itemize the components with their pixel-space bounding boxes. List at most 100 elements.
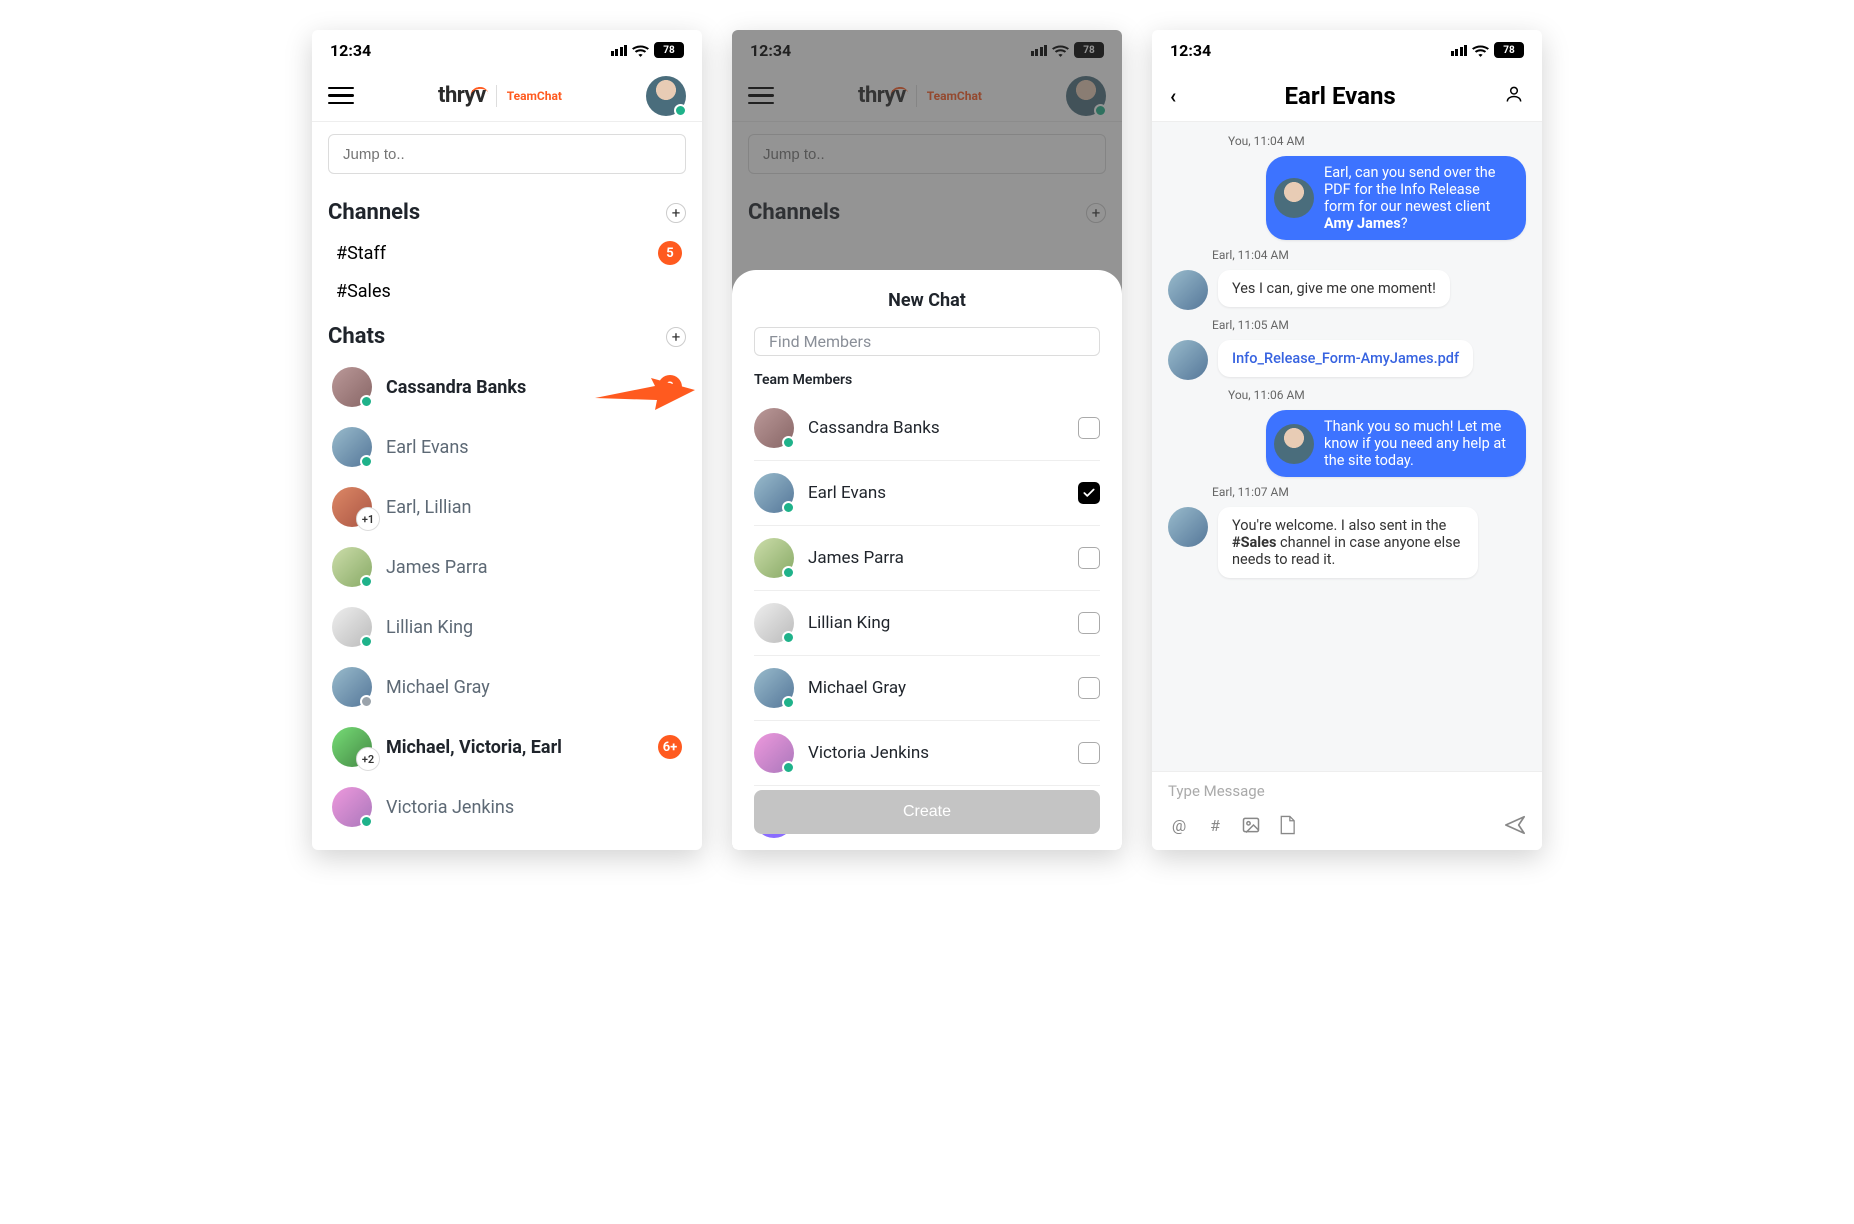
add-channel-button[interactable]: +	[666, 203, 686, 223]
chat-name: Michael Gray	[386, 677, 490, 698]
member-checkbox[interactable]	[1078, 482, 1100, 504]
avatar	[1168, 507, 1208, 547]
member-row[interactable]: Lillian King	[754, 591, 1100, 656]
send-button[interactable]	[1504, 814, 1526, 836]
chat-badge: 6+	[658, 735, 682, 759]
chat-row[interactable]: Lillian King	[328, 597, 686, 657]
member-row[interactable]: Earl Evans	[754, 461, 1100, 526]
chat-row[interactable]: Cassandra Banks 2	[328, 357, 686, 417]
conversation-title: Earl Evans	[1285, 82, 1396, 110]
message-attachment-link[interactable]: Info_Release_Form-AmyJames.pdf	[1218, 340, 1473, 377]
divider	[496, 85, 497, 107]
status-bar: 12:34 78	[312, 30, 702, 70]
signal-icon	[1451, 45, 1468, 56]
app-header: thryv TeamChat	[312, 70, 702, 122]
brand-sub: TeamChat	[507, 89, 562, 103]
chat-name: Victoria Jenkins	[386, 797, 514, 818]
stack-count: +2	[356, 747, 380, 771]
member-row[interactable]: Michael Gray	[754, 656, 1100, 721]
screen-new-chat: 12:34 78 thryvTeamChat Channels+ New Cha…	[732, 30, 1122, 850]
avatar	[1168, 270, 1208, 310]
screen-chat-list: 12:34 78 thryv TeamChat Channels + #Staf…	[312, 30, 702, 850]
message-bubble-out[interactable]: Earl, can you send over the PDF for the …	[1266, 156, 1526, 240]
chat-name: James Parra	[386, 557, 488, 578]
chat-row[interactable]: James Parra	[328, 537, 686, 597]
battery-icon: 78	[1494, 42, 1524, 58]
channel-row[interactable]: #Sales	[328, 273, 686, 310]
message-bubble-in[interactable]: Yes I can, give me one moment!	[1218, 270, 1450, 307]
conversation-body: You, 11:04 AM Earl, can you send over th…	[1152, 122, 1542, 771]
message-meta: Earl, 11:05 AM	[1168, 318, 1526, 332]
message-text: Thank you so much! Let me know if you ne…	[1324, 418, 1512, 469]
chat-name: Michael, Victoria, Earl	[386, 737, 562, 758]
member-checkbox[interactable]	[1078, 742, 1100, 764]
message-row: Yes I can, give me one moment!	[1168, 270, 1526, 310]
back-button[interactable]: ‹	[1170, 84, 1176, 108]
file-icon[interactable]	[1276, 814, 1298, 836]
wifi-icon	[632, 44, 649, 57]
member-checkbox[interactable]	[1078, 417, 1100, 439]
channel-name: #Staff	[336, 243, 386, 264]
chat-name: Lillian King	[386, 617, 473, 638]
chat-row[interactable]: Michael Gray	[328, 657, 686, 717]
avatar	[1168, 340, 1208, 380]
status-time: 12:34	[1170, 41, 1211, 60]
member-name: James Parra	[808, 548, 904, 568]
message-bubble-in[interactable]: You're welcome. I also sent in the #Sale…	[1218, 507, 1478, 578]
channel-name: #Sales	[336, 281, 391, 302]
chat-row[interactable]: Earl Evans	[328, 417, 686, 477]
team-members-label: Team Members	[754, 372, 1100, 388]
member-checkbox[interactable]	[1078, 612, 1100, 634]
member-row[interactable]: Victoria Jenkins	[754, 721, 1100, 786]
screen-conversation: 12:34 78 ‹ Earl Evans You, 11:04 AM Earl…	[1152, 30, 1542, 850]
member-name: Victoria Jenkins	[808, 743, 929, 763]
conversation-header: ‹ Earl Evans	[1152, 70, 1542, 122]
status-right: 78	[611, 42, 685, 58]
profile-icon[interactable]	[1504, 84, 1524, 108]
chats-title: Chats	[328, 324, 385, 349]
message-text: Earl, can you send over the PDF for the …	[1324, 164, 1512, 232]
member-checkbox[interactable]	[1078, 547, 1100, 569]
brand-logo: thryv	[438, 83, 486, 108]
member-name: Lillian King	[808, 613, 890, 633]
member-name: Michael Gray	[808, 678, 906, 698]
search-input[interactable]	[328, 134, 686, 174]
message-meta: Earl, 11:04 AM	[1168, 248, 1526, 262]
hash-icon[interactable]: #	[1204, 814, 1226, 836]
menu-button[interactable]	[328, 87, 354, 105]
stack-count: +1	[356, 507, 380, 531]
chat-name: Cassandra Banks	[386, 377, 526, 398]
chat-row[interactable]: +1 Earl, Lillian	[328, 477, 686, 537]
new-chat-sheet: New Chat Find Members Team Members Cassa…	[732, 270, 1122, 850]
composer-input[interactable]: Type Message	[1168, 782, 1526, 800]
message-composer: Type Message @ #	[1152, 771, 1542, 850]
image-icon[interactable]	[1240, 814, 1262, 836]
create-button[interactable]: Create	[754, 790, 1100, 834]
channel-row[interactable]: #Staff 5	[328, 233, 686, 273]
sheet-title: New Chat	[754, 290, 1100, 311]
chat-row[interactable]: Victoria Jenkins	[328, 777, 686, 837]
message-bubble-out[interactable]: Thank you so much! Let me know if you ne…	[1266, 410, 1526, 477]
add-chat-button[interactable]: +	[666, 327, 686, 347]
message-meta: Earl, 11:07 AM	[1168, 485, 1526, 499]
chat-name: Earl, Lillian	[386, 497, 471, 518]
find-members-input[interactable]: Find Members	[754, 327, 1100, 356]
channels-section: Channels + #Staff 5 #Sales	[312, 186, 702, 310]
member-name: Cassandra Banks	[808, 418, 940, 438]
chat-row[interactable]: +2 Michael, Victoria, Earl 6+	[328, 717, 686, 777]
logo-group: thryv TeamChat	[438, 83, 562, 108]
signal-icon	[611, 45, 628, 56]
message-row: Earl, can you send over the PDF for the …	[1168, 156, 1526, 240]
avatar-self-small	[1274, 424, 1314, 464]
status-bar: 12:34 78	[1152, 30, 1542, 70]
member-checkbox[interactable]	[1078, 677, 1100, 699]
chat-badge: 2	[658, 375, 682, 399]
chats-section: Chats + Cassandra Banks 2 Earl Evans +1 …	[312, 310, 702, 837]
channel-badge: 5	[658, 241, 682, 265]
member-row[interactable]: Cassandra Banks	[754, 396, 1100, 461]
avatar-self[interactable]	[646, 76, 686, 116]
message-row: Info_Release_Form-AmyJames.pdf	[1168, 340, 1526, 380]
mention-icon[interactable]: @	[1168, 814, 1190, 836]
avatar-self-small	[1274, 178, 1314, 218]
member-row[interactable]: James Parra	[754, 526, 1100, 591]
